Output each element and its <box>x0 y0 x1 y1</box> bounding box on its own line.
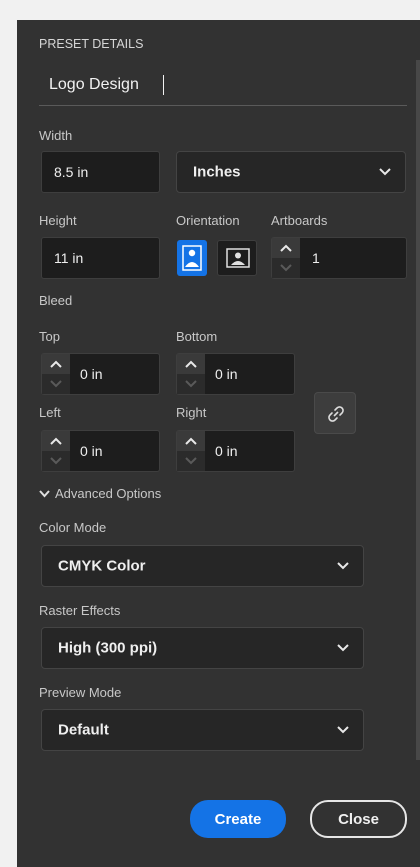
bleed-top-value: 0 in <box>80 366 103 382</box>
bleed-label: Bleed <box>39 293 73 308</box>
text-cursor <box>163 75 164 95</box>
chevron-down-icon <box>185 457 197 465</box>
bleed-left-input[interactable]: 0 in <box>41 430 160 472</box>
bleed-left-label: Left <box>39 405 61 420</box>
color-mode-label: Color Mode <box>39 520 107 535</box>
chevron-down-icon <box>337 721 349 739</box>
chevron-down-icon <box>50 380 62 388</box>
width-label: Width <box>39 128 73 143</box>
bleed-top-input[interactable]: 0 in <box>41 353 160 395</box>
increment-button[interactable] <box>42 354 70 374</box>
increment-button[interactable] <box>42 431 70 451</box>
bleed-top-label: Top <box>39 329 60 344</box>
bleed-bottom-label: Bottom <box>176 329 218 344</box>
chevron-down-icon <box>39 490 50 498</box>
raster-effects-label: Raster Effects <box>39 603 121 618</box>
decrement-button[interactable] <box>42 374 70 394</box>
decrement-button[interactable] <box>42 451 70 471</box>
preview-mode-label: Preview Mode <box>39 685 122 700</box>
artboards-label: Artboards <box>271 213 328 228</box>
create-button[interactable]: Create <box>190 800 286 838</box>
increment-button[interactable] <box>177 431 205 451</box>
scrollbar[interactable] <box>416 60 420 760</box>
color-mode-dropdown[interactable]: CMYK Color <box>41 545 364 587</box>
bleed-bottom-value: 0 in <box>215 366 238 382</box>
height-input[interactable]: 11 in <box>41 237 160 279</box>
units-value: Inches <box>193 163 241 181</box>
width-input[interactable]: 8.5 in <box>41 151 160 193</box>
bleed-bottom-input[interactable]: 0 in <box>176 353 295 395</box>
orientation-label: Orientation <box>176 213 240 228</box>
artboards-value: 1 <box>312 250 320 266</box>
chevron-down-icon <box>185 380 197 388</box>
portrait-icon <box>182 245 202 271</box>
bleed-right-stepper[interactable] <box>177 431 205 471</box>
chevron-down-icon <box>337 639 349 657</box>
bleed-left-stepper[interactable] <box>42 431 70 471</box>
chevron-down-icon <box>50 457 62 465</box>
chevron-up-icon <box>280 244 292 252</box>
bleed-left-value: 0 in <box>80 443 103 459</box>
units-dropdown[interactable]: Inches <box>176 151 406 193</box>
section-title: PRESET DETAILS <box>39 37 144 51</box>
decrement-button[interactable] <box>177 451 205 471</box>
height-label: Height <box>39 213 77 228</box>
portrait-orientation-button[interactable] <box>177 240 207 276</box>
link-bleed-button[interactable] <box>314 392 356 434</box>
increment-button[interactable] <box>272 238 300 258</box>
chevron-up-icon <box>185 437 197 445</box>
chevron-up-icon <box>50 360 62 368</box>
chevron-down-icon <box>280 264 292 272</box>
bleed-right-input[interactable]: 0 in <box>176 430 295 472</box>
preset-details-panel: PRESET DETAILS Logo Design Width 8.5 in … <box>17 20 420 867</box>
bleed-bottom-stepper[interactable] <box>177 354 205 394</box>
color-mode-value: CMYK Color <box>58 557 146 575</box>
preview-mode-dropdown[interactable]: Default <box>41 709 364 751</box>
chevron-down-icon <box>337 557 349 575</box>
preview-mode-value: Default <box>58 721 109 739</box>
raster-effects-value: High (300 ppi) <box>58 639 158 657</box>
link-icon <box>328 406 344 422</box>
preset-name-value: Logo Design <box>49 76 139 93</box>
width-value: 8.5 in <box>54 164 89 180</box>
close-button[interactable]: Close <box>310 800 407 838</box>
artboards-input[interactable]: 1 <box>271 237 407 279</box>
bleed-right-value: 0 in <box>215 443 238 459</box>
artboards-stepper[interactable] <box>272 238 300 278</box>
decrement-button[interactable] <box>272 258 300 278</box>
increment-button[interactable] <box>177 354 205 374</box>
chevron-up-icon <box>185 360 197 368</box>
height-value: 11 in <box>54 250 84 266</box>
chevron-up-icon <box>50 437 62 445</box>
bleed-right-label: Right <box>176 405 207 420</box>
bleed-top-stepper[interactable] <box>42 354 70 394</box>
advanced-options-label: Advanced Options <box>55 486 162 501</box>
chevron-down-icon <box>379 163 391 181</box>
landscape-orientation-button[interactable] <box>217 240 257 276</box>
landscape-icon <box>226 248 250 268</box>
decrement-button[interactable] <box>177 374 205 394</box>
raster-effects-dropdown[interactable]: High (300 ppi) <box>41 627 364 669</box>
preset-name-field[interactable]: Logo Design <box>39 66 407 106</box>
